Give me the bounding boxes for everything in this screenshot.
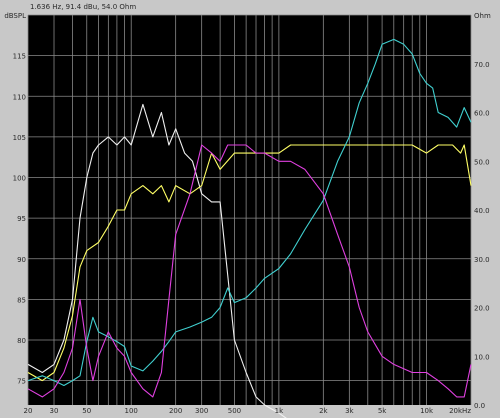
x-tick-label: 100 xyxy=(125,407,138,415)
y-left-tick-label: 115 xyxy=(13,53,26,61)
plot-area xyxy=(28,15,471,405)
y-right-tick-label: 60.0 xyxy=(474,110,490,118)
y-right-tick-label: 30.0 xyxy=(474,256,490,264)
y-right-tick-label: 20.0 xyxy=(474,305,490,313)
cursor-readout: 1.636 Hz, 91.4 dBu, 54.0 Ohm xyxy=(30,3,136,11)
x-tick-label: 300 xyxy=(195,407,208,415)
x-tick-label: 5k xyxy=(378,407,387,415)
x-tick-label: 200 xyxy=(169,407,182,415)
y-left-tick-label: 95 xyxy=(17,215,26,223)
y-right-tick-label: 50.0 xyxy=(474,158,490,166)
y-left-tick-label: 105 xyxy=(13,134,26,142)
y-right-tick-label: 10.0 xyxy=(474,353,490,361)
x-tick-label: 2k xyxy=(319,407,328,415)
frequency-response-chart: 20 30 50 100 200 300 500 1k 2k 3k 5k 10k 20kHz 75 80 85… xyxy=(4,3,491,418)
x-tick-label: 1k xyxy=(275,407,284,415)
y-left-tick-label: 100 xyxy=(13,175,26,183)
y-left-tick-label: 90 xyxy=(17,256,26,264)
y-left-tick-label: dBSPL xyxy=(4,12,26,20)
y-left-tick-label: 75 xyxy=(17,378,26,386)
y-right-tick-label: 70.0 xyxy=(474,61,490,69)
y-left-tick-label: 85 xyxy=(17,296,26,304)
y-left-tick-label: 110 xyxy=(13,93,26,101)
x-tick-label: 20 xyxy=(24,407,33,415)
x-tick-label: 3k xyxy=(345,407,354,415)
x-tick-label: 20kHz xyxy=(449,407,471,415)
x-tick-label: 500 xyxy=(228,407,241,415)
x-tick-label: 10k xyxy=(420,407,434,415)
y-right-tick-label: 0.0 xyxy=(474,402,485,410)
y-right-tick-label: Ohm xyxy=(474,12,491,20)
x-tick-label: 50 xyxy=(82,407,91,415)
y-right-tick-label: 40.0 xyxy=(474,207,490,215)
y-left-tick-label: 80 xyxy=(17,337,26,345)
x-tick-label: 30 xyxy=(50,407,59,415)
